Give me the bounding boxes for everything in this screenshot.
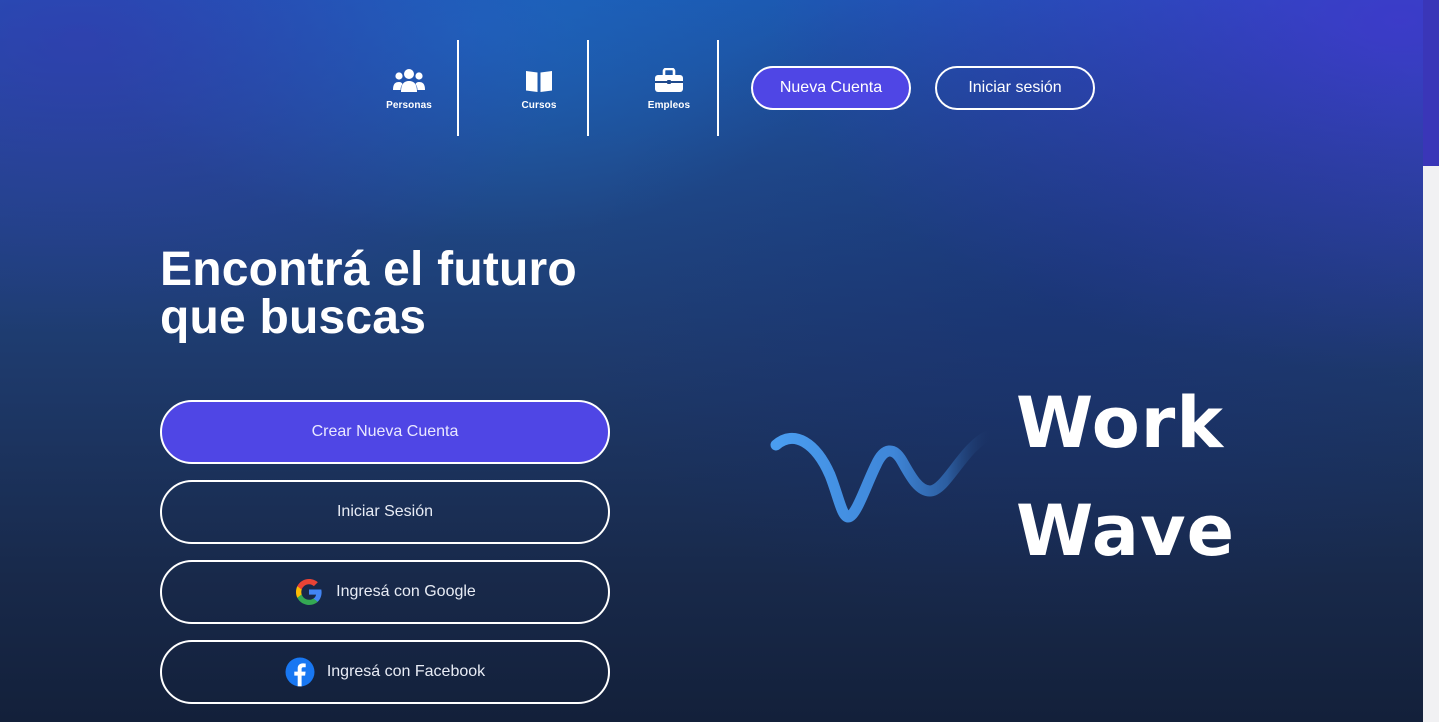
logo-text-wave: Wave bbox=[1016, 490, 1236, 572]
briefcase-icon bbox=[652, 66, 686, 96]
wave-logo-icon bbox=[770, 429, 992, 523]
login-session-label: Iniciar Sesión bbox=[336, 503, 434, 520]
login-session-button[interactable]: Iniciar Sesión bbox=[160, 480, 610, 544]
users-icon bbox=[392, 66, 426, 96]
facebook-icon bbox=[285, 657, 315, 687]
login-button[interactable]: Iniciar sesión bbox=[935, 66, 1095, 110]
nav-personas-label: Personas bbox=[386, 99, 432, 111]
nav-empleos[interactable]: Empleos bbox=[604, 40, 734, 136]
logo-text-work: Work bbox=[1016, 382, 1224, 464]
google-icon bbox=[294, 577, 324, 607]
book-icon bbox=[522, 66, 556, 96]
nav-divider bbox=[717, 40, 719, 136]
nav-divider bbox=[587, 40, 589, 136]
facebook-login-label: Ingresá con Facebook bbox=[326, 663, 486, 680]
create-account-button[interactable]: Crear Nueva Cuenta bbox=[160, 400, 610, 464]
scrollbar-thumb[interactable] bbox=[1423, 0, 1439, 166]
facebook-login-button[interactable]: Ingresá con Facebook bbox=[160, 640, 610, 704]
hero-title-line1: Encontrá el futuro bbox=[160, 243, 577, 296]
nav-cursos[interactable]: Cursos bbox=[474, 40, 604, 136]
google-login-button[interactable]: Ingresá con Google bbox=[160, 560, 610, 624]
nav-cursos-label: Cursos bbox=[521, 99, 557, 111]
hero-title: Encontrá el futuro que buscas bbox=[160, 246, 660, 342]
hero-title-line2: que buscas bbox=[160, 291, 427, 344]
landing-page: Personas Cursos Empleos Nueva Cuenta Ini… bbox=[0, 0, 1423, 722]
google-login-label: Ingresá con Google bbox=[336, 583, 476, 600]
nav-personas[interactable]: Personas bbox=[344, 40, 474, 136]
nav-divider bbox=[457, 40, 459, 136]
new-account-button[interactable]: Nueva Cuenta bbox=[751, 66, 911, 110]
page-scrollbar[interactable] bbox=[1423, 0, 1439, 722]
nav-empleos-label: Empleos bbox=[647, 99, 691, 111]
create-account-label: Crear Nueva Cuenta bbox=[311, 423, 459, 440]
